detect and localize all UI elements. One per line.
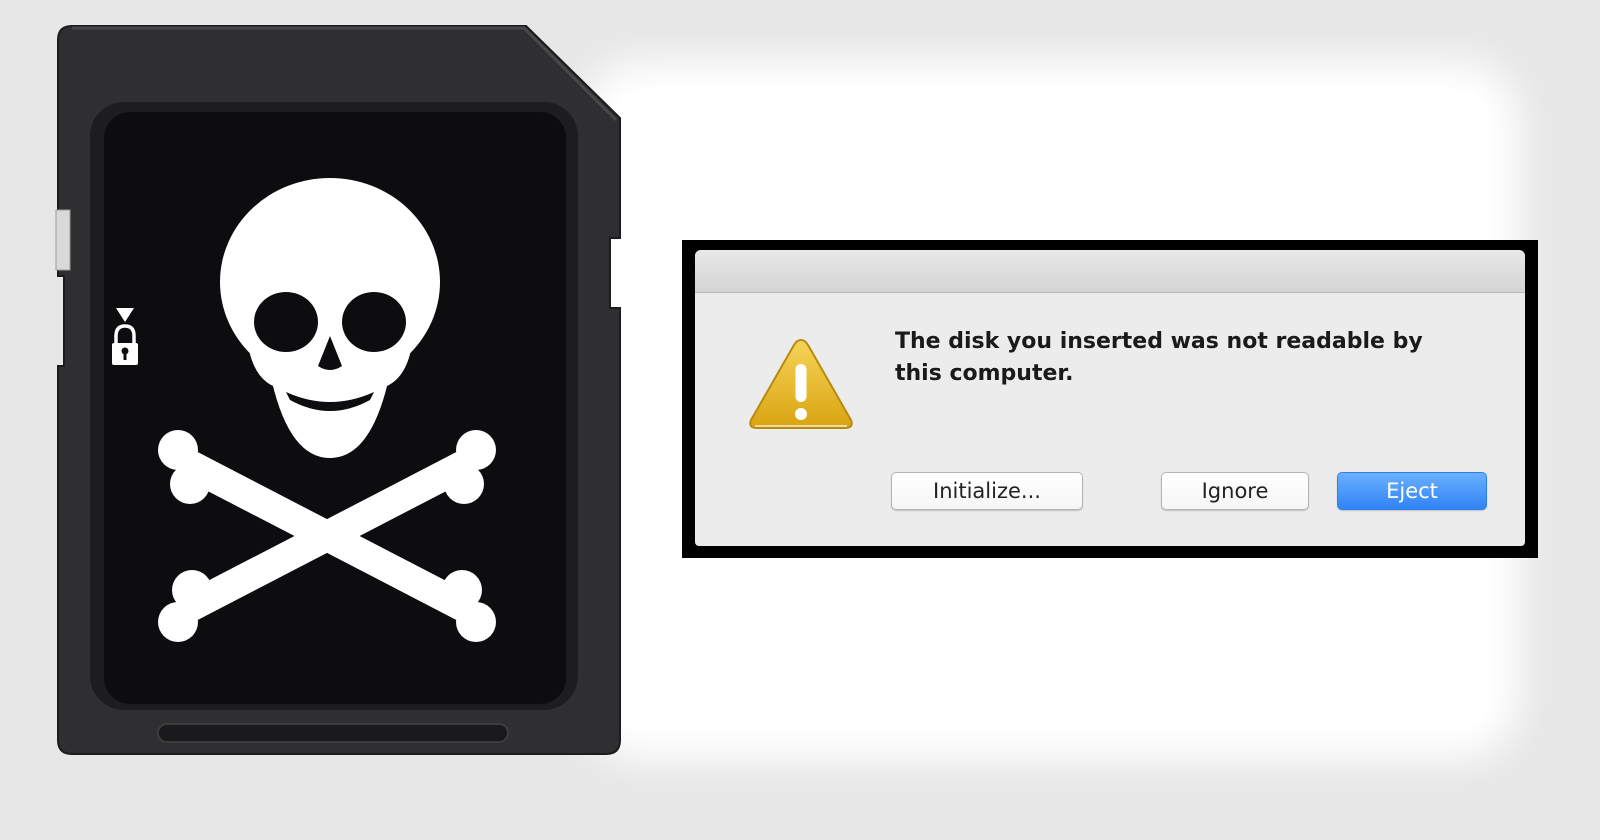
dialog-message: The disk you inserted was not readable b… (895, 329, 1423, 386)
dialog-frame: The disk you inserted was not readable b… (682, 240, 1538, 558)
disk-not-readable-dialog: The disk you inserted was not readable b… (695, 250, 1525, 546)
dialog-title-bar[interactable] (695, 250, 1525, 293)
initialize-button[interactable]: Initialize... (891, 472, 1083, 510)
ignore-button[interactable]: Ignore (1161, 472, 1309, 510)
eject-button[interactable]: Eject (1337, 472, 1487, 510)
warning-triangle-icon (745, 334, 857, 434)
sd-card-illustration (50, 18, 630, 778)
